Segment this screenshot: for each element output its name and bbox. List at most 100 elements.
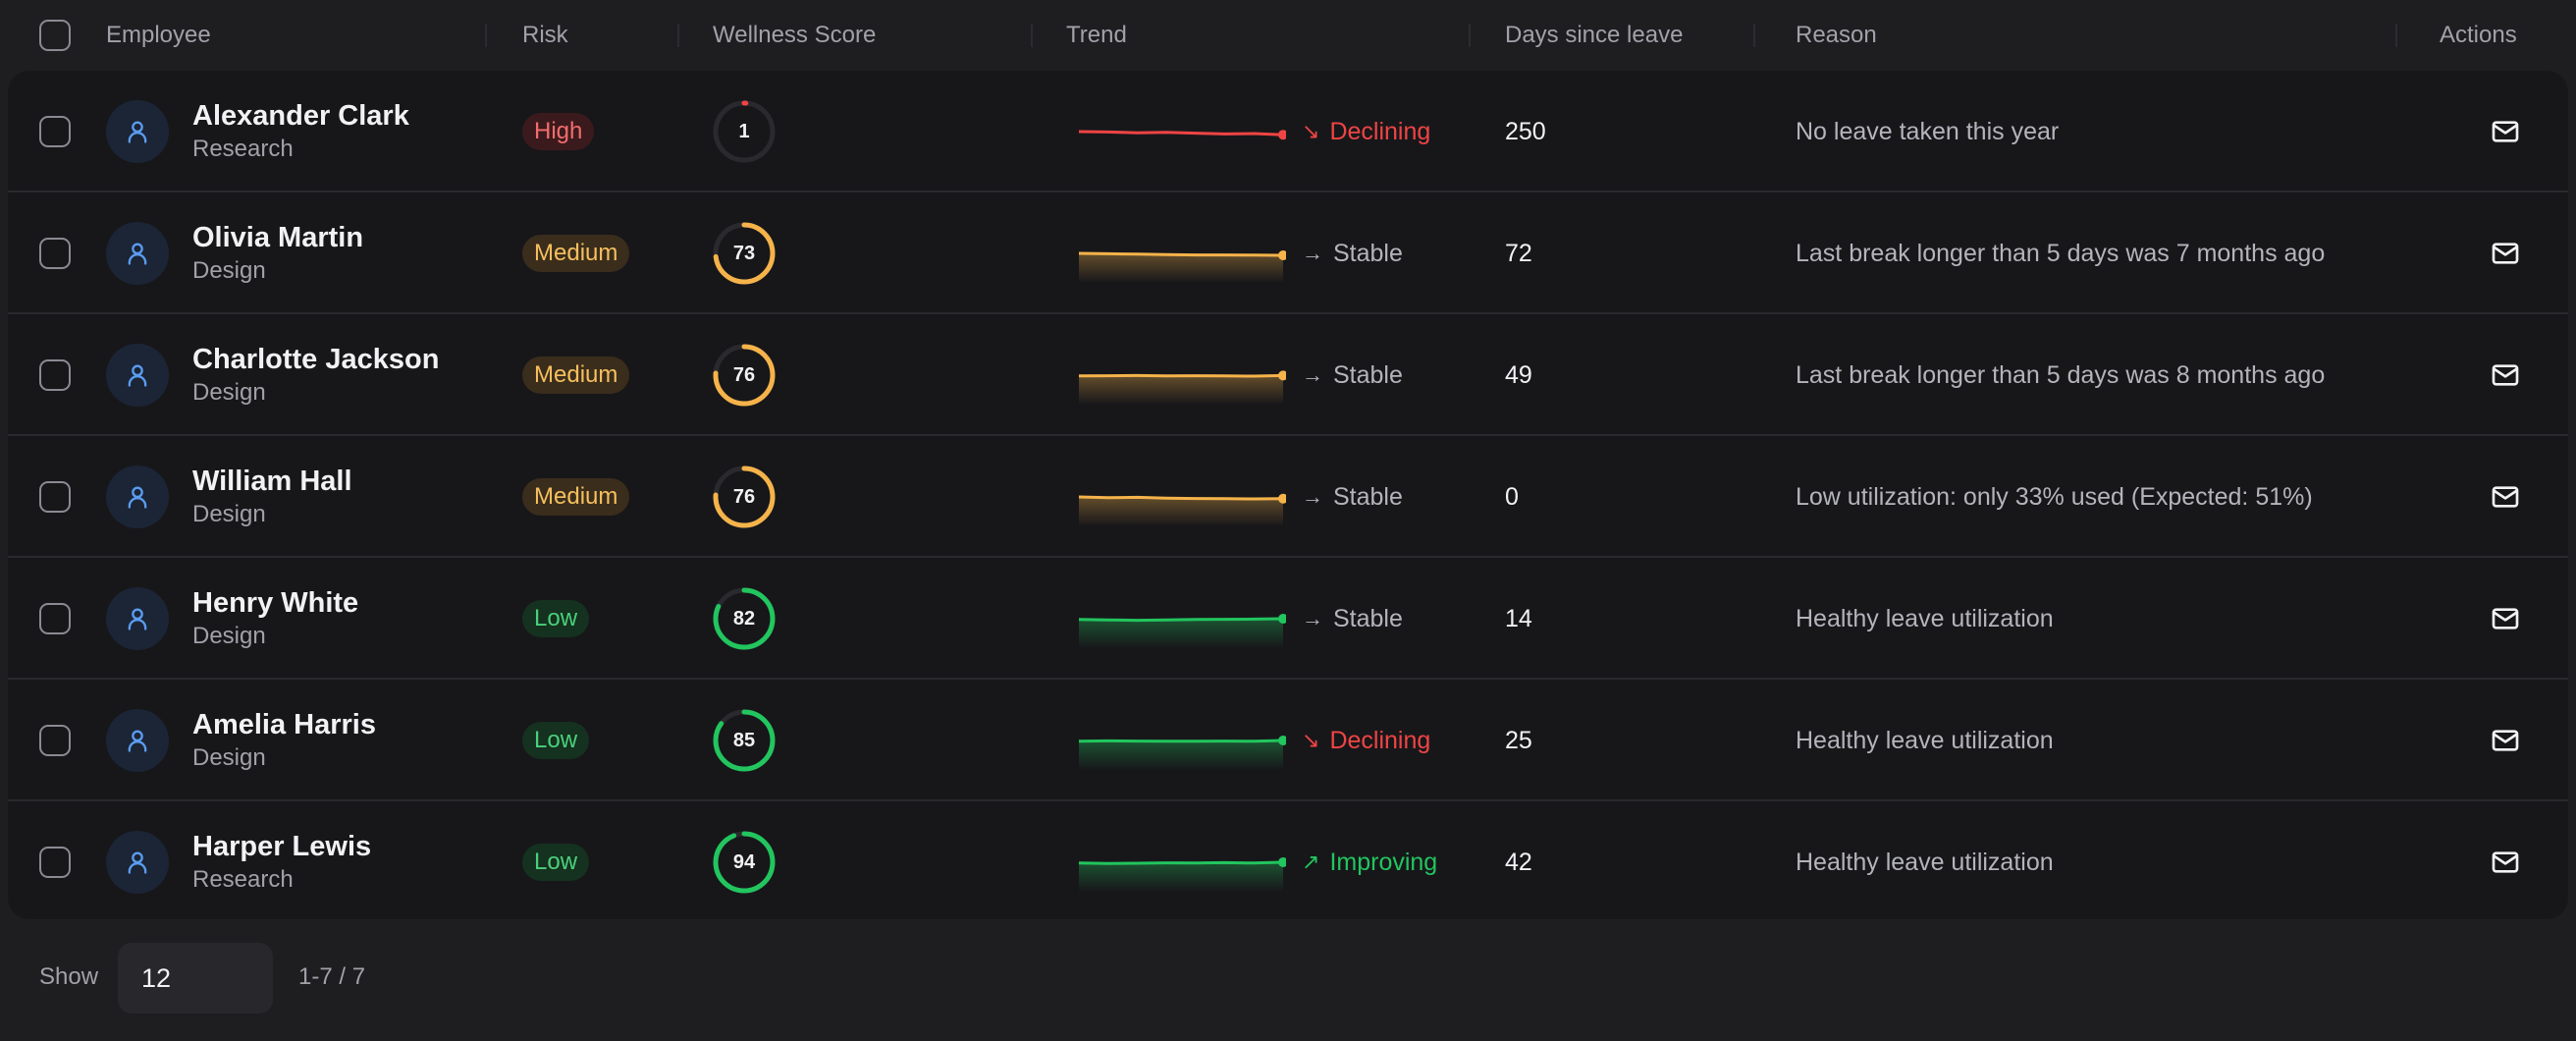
trend-arrow-icon: ↘ (1302, 728, 1320, 752)
row-checkbox[interactable] (39, 603, 71, 634)
send-email-button[interactable] (2486, 721, 2525, 760)
avatar (106, 344, 169, 407)
row-checkbox[interactable] (39, 725, 71, 756)
table-row[interactable]: Harper Lewis Research Low 94 ↗ Improving… (8, 801, 2568, 919)
table-row[interactable]: Amelia Harris Design Low 85 ↘ Declining … (8, 680, 2568, 801)
employee-department: Design (192, 744, 266, 771)
employee-name: Amelia Harris (192, 709, 376, 740)
risk-badge: Medium (522, 356, 630, 394)
days-since-leave: 25 (1505, 726, 1532, 754)
show-label: Show (39, 963, 99, 990)
table-row[interactable]: Olivia Martin Design Medium 73 → Stable … (8, 192, 2568, 314)
header-actions: Actions (2440, 22, 2517, 48)
table-row[interactable]: Henry White Design Low 82 → Stable 14 He… (8, 558, 2568, 680)
days-since-leave: 49 (1505, 360, 1532, 389)
column-divider[interactable] (1469, 24, 1471, 47)
wellness-score: 82 (732, 607, 756, 630)
trend-label: Stable (1333, 482, 1403, 511)
risk-badge: Low (522, 844, 590, 881)
trend-sparkline (1078, 614, 1286, 648)
trend-arrow-icon: → (1302, 484, 1323, 509)
user-icon (128, 851, 147, 874)
send-email-button[interactable] (2486, 477, 2525, 517)
header-reason[interactable]: Reason (1796, 0, 1877, 71)
row-checkbox[interactable] (39, 847, 71, 878)
wellness-score: 76 (732, 485, 756, 508)
send-email-button[interactable] (2486, 599, 2525, 638)
mail-icon (2492, 486, 2519, 508)
risk-badge: Medium (522, 478, 630, 516)
header-select-all[interactable] (39, 0, 71, 71)
page-size-input[interactable] (118, 943, 273, 1014)
trend-arrow-icon: ↗ (1302, 849, 1320, 874)
avatar (106, 222, 169, 285)
user-icon (128, 486, 147, 509)
send-email-button[interactable] (2486, 843, 2525, 882)
employee-department: Design (192, 501, 266, 527)
wellness-gauge: 73 (712, 221, 777, 286)
employee-name: Olivia Martin (192, 222, 364, 253)
column-divider[interactable] (1753, 24, 1755, 47)
avatar (106, 100, 169, 163)
column-divider[interactable] (677, 24, 679, 47)
wellness-score: 85 (732, 729, 756, 751)
header-employee[interactable]: Employee (106, 0, 211, 71)
trend-sparkline (1078, 250, 1286, 283)
row-checkbox[interactable] (39, 481, 71, 513)
row-checkbox[interactable] (39, 359, 71, 391)
table-row[interactable]: William Hall Design Medium 76 → Stable 0… (8, 436, 2568, 558)
employee-department: Design (192, 379, 266, 406)
mail-icon (2492, 364, 2519, 386)
avatar (106, 709, 169, 772)
column-divider[interactable] (1031, 24, 1033, 47)
reason-text: Last break longer than 5 days was 8 mont… (1796, 360, 2326, 389)
employee-department: Design (192, 623, 266, 649)
trend-label: Stable (1333, 604, 1403, 632)
trend-arrow-icon: ↘ (1302, 119, 1320, 143)
trend-arrow-icon: → (1302, 362, 1323, 387)
reason-text: Last break longer than 5 days was 7 mont… (1796, 239, 2326, 267)
column-divider[interactable] (2395, 24, 2397, 47)
table-row[interactable]: Charlotte Jackson Design Medium 76 → Sta… (8, 314, 2568, 436)
user-icon (128, 121, 147, 143)
pagination-range: 1-7 / 7 (298, 963, 366, 990)
days-since-leave: 72 (1505, 239, 1532, 267)
table-row[interactable]: Alexander Clark Research High 1 ↘ Declin… (8, 71, 2568, 192)
risk-badge: Medium (522, 235, 630, 272)
header-wellness-score[interactable]: Wellness Score (713, 0, 876, 71)
risk-badge: High (522, 113, 595, 150)
row-checkbox[interactable] (39, 238, 71, 269)
select-all-checkbox[interactable] (39, 20, 71, 51)
header-days-since-leave[interactable]: Days since leave (1505, 0, 1683, 71)
mail-icon (2492, 730, 2519, 751)
reason-text: No leave taken this year (1796, 117, 2060, 145)
avatar (106, 466, 169, 528)
column-divider[interactable] (485, 24, 487, 47)
user-icon (128, 243, 147, 265)
table-header: Employee Risk Wellness Score Trend Days … (0, 0, 2576, 71)
employee-department: Research (192, 136, 294, 162)
send-email-button[interactable] (2486, 356, 2525, 395)
trend-sparkline (1078, 130, 1286, 140)
days-since-leave: 14 (1505, 604, 1532, 632)
row-checkbox[interactable] (39, 116, 71, 147)
mail-icon (2492, 243, 2519, 264)
user-icon (128, 730, 147, 752)
risk-badge: Low (522, 600, 590, 637)
days-since-leave: 250 (1505, 117, 1546, 145)
wellness-gauge: 76 (712, 465, 777, 529)
mail-icon (2492, 851, 2519, 873)
user-icon (128, 608, 147, 630)
send-email-button[interactable] (2486, 234, 2525, 273)
trend-label: Stable (1333, 239, 1403, 267)
reason-text: Healthy leave utilization (1796, 726, 2054, 754)
wellness-gauge: 94 (712, 830, 777, 895)
wellness-score: 1 (738, 120, 750, 142)
reason-text: Healthy leave utilization (1796, 848, 2054, 876)
header-risk[interactable]: Risk (522, 0, 568, 71)
header-trend[interactable]: Trend (1066, 0, 1127, 71)
send-email-button[interactable] (2486, 112, 2525, 151)
wellness-score: 76 (732, 363, 756, 386)
mail-icon (2492, 608, 2519, 630)
reason-text: Low utilization: only 33% used (Expected… (1796, 482, 2313, 511)
